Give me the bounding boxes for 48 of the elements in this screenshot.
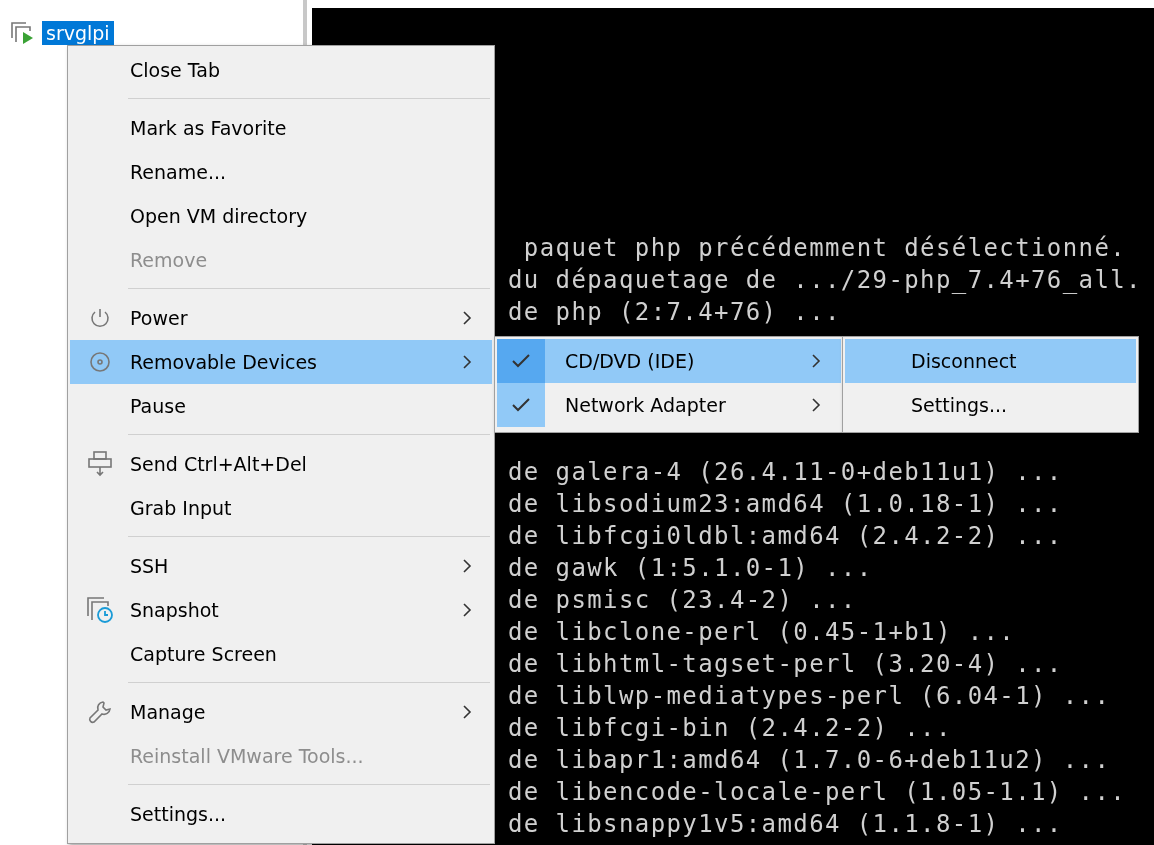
vm-name[interactable]: srvglpi	[42, 21, 114, 45]
checkmark-icon	[512, 354, 530, 368]
menu-item[interactable]: Power	[70, 296, 492, 340]
terminal-line: de gawk (1:5.1.0-1) ...	[508, 553, 874, 584]
menu-item[interactable]: Close Tab	[70, 48, 492, 92]
menu-item[interactable]: Send Ctrl+Alt+Del	[70, 442, 492, 486]
chevron-right-icon	[462, 558, 472, 574]
terminal-line: de psmisc (23.4-2) ...	[508, 585, 858, 616]
menu-item[interactable]: Settings...	[845, 383, 1136, 427]
terminal-line: de libsnappy1v5:amd64 (1.1.8-1) ...	[508, 809, 1064, 840]
terminal-line: de php (2:7.4+76) ...	[508, 297, 842, 328]
menu-item[interactable]: Disconnect	[845, 339, 1136, 383]
snapshot-icon	[86, 596, 114, 624]
menu-item[interactable]: Snapshot	[70, 588, 492, 632]
terminal-line: de libfcgi-bin (2.4.2-2) ...	[508, 713, 953, 744]
terminal-line: du dépaquetage de .../29-php_7.4+76_all.	[508, 265, 1143, 296]
terminal-line: de libhtml-tagset-perl (3.20-4) ...	[508, 649, 1064, 680]
checkmark-icon	[512, 398, 530, 412]
menu-item[interactable]: Removable Devices	[70, 340, 492, 384]
chevron-right-icon	[462, 704, 472, 720]
menu-item[interactable]: Pause	[70, 384, 492, 428]
chevron-right-icon	[462, 354, 472, 370]
menu-item[interactable]: Capture Screen	[70, 632, 492, 676]
menu-item[interactable]: Rename...	[70, 150, 492, 194]
terminal-line: de galera-4 (26.4.11-0+deb11u1) ...	[508, 457, 1064, 488]
disc-icon	[88, 350, 112, 374]
menu-item[interactable]: Settings...	[70, 792, 492, 836]
menu-item[interactable]: Network Adapter	[497, 383, 841, 427]
terminal-line: de libencode-locale-perl (1.05-1.1) ...	[508, 777, 1128, 808]
chevron-right-icon	[462, 602, 472, 618]
keyboard-icon	[87, 450, 113, 478]
chevron-right-icon	[811, 397, 821, 413]
chevron-right-icon	[811, 353, 821, 369]
menu-item[interactable]: CD/DVD (IDE)	[497, 339, 841, 383]
chevron-right-icon	[462, 310, 472, 326]
terminal-line: de libfcgi0ldbl:amd64 (2.4.2-2) ...	[508, 521, 1064, 552]
power-icon	[88, 306, 112, 330]
terminal-line: de libsodium23:amd64 (1.0.18-1) ...	[508, 489, 1064, 520]
terminal-line: paquet php précédemment désélectionné.	[522, 233, 1128, 264]
menu-item[interactable]: Open VM directory	[70, 194, 492, 238]
menu-item[interactable]: Manage	[70, 690, 492, 734]
wrench-icon	[87, 699, 113, 725]
terminal-line: de libclone-perl (0.45-1+b1) ...	[508, 617, 1017, 648]
menu-item[interactable]: SSH	[70, 544, 492, 588]
terminal-line: de liblwp-mediatypes-perl (6.04-1) ...	[508, 681, 1112, 712]
terminal-line: de libapr1:amd64 (1.7.0-6+deb11u2) ...	[508, 745, 1112, 776]
menu-item[interactable]: Grab Input	[70, 486, 492, 530]
menu-item[interactable]: Mark as Favorite	[70, 106, 492, 150]
